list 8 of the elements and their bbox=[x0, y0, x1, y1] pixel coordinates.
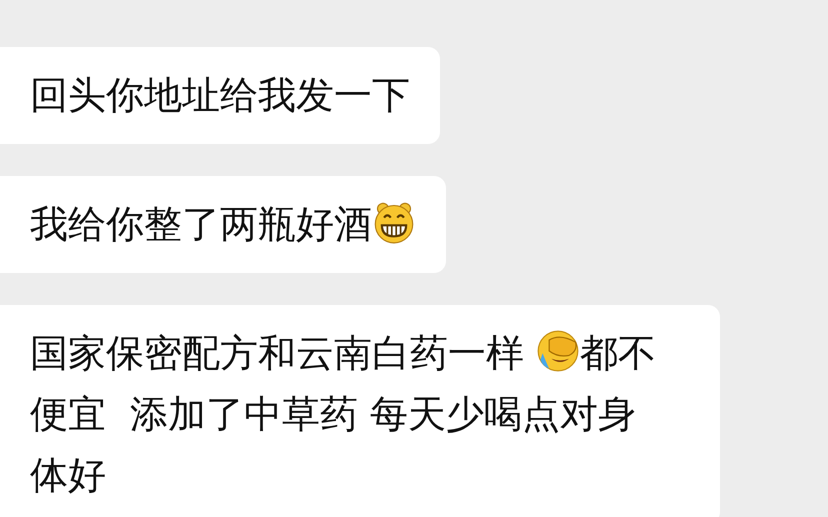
message-text: 便宜 添加了中草药 每天少喝点对身 bbox=[30, 391, 636, 438]
message-text: 都不 bbox=[580, 330, 656, 377]
crying-face-icon bbox=[536, 329, 580, 373]
grinning-face-icon bbox=[372, 200, 416, 244]
message-text: 国家保密配方和云南白药一样 bbox=[30, 330, 525, 377]
message-text: 回头你地址给我发一下 bbox=[30, 72, 410, 119]
message-text: 体好 bbox=[30, 452, 106, 499]
message-text: 我给你整了两瓶好酒 bbox=[30, 201, 372, 248]
